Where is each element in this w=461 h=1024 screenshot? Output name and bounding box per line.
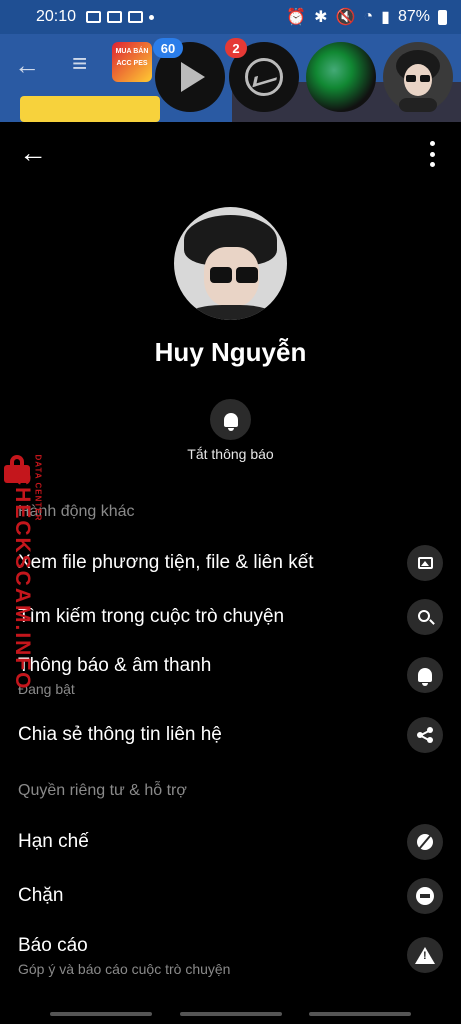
nav-handle [180,1012,282,1016]
chat-head-messenger[interactable]: 2 [225,38,299,112]
dot [429,151,435,157]
restrict-icon [407,824,443,860]
nav-handle [309,1012,411,1016]
more-options-button[interactable] [427,141,437,167]
bell-icon [407,657,443,693]
game-label: MUA BÁN ACC PES [115,48,149,67]
search-icon [407,599,443,635]
view-media-item[interactable]: Xem file phương tiện, file & liên kết [0,538,461,588]
back-button[interactable]: ← [18,137,48,168]
background-banner [20,96,160,122]
dot [429,141,435,146]
mute-icon: 🔇 [335,9,356,26]
watermark-tagline: DATA CENTER [33,454,43,522]
report-label: Báo cáo [18,935,88,956]
share-contact-item[interactable]: Chia sẻ thông tin liên hệ [0,710,461,760]
restrict-label: Hạn chế [18,831,89,852]
more-dot-icon [149,14,155,20]
share-contact-label: Chia sẻ thông tin liên hệ [18,724,222,745]
block-label: Chặn [18,885,64,906]
chat-head-avatar[interactable] [383,42,453,112]
report-item[interactable]: Báo cáo Góp ý và báo cáo cuộc trò chuyện [0,930,461,980]
mute-notifications-button[interactable] [210,399,251,440]
profile-avatar[interactable] [174,207,287,320]
screen-icon [86,11,102,23]
notification-icons [86,11,155,23]
youtube-icon [128,11,144,23]
report-description: Góp ý và báo cáo cuộc trò chuyện [18,961,231,977]
bell-icon [223,412,238,431]
game-thumbnail: MUA BÁN ACC PES [112,42,152,82]
status-bar: 20:10 ⏰ ✱ 🔇 ◔ ▮ 87% [0,0,461,34]
block-icon [407,878,443,914]
background-back-icon: ← [14,50,40,80]
search-conversation-item[interactable]: Tìm kiếm trong cuộc trò chuyện [0,592,461,642]
bluetooth-icon: ✱ [314,9,328,26]
alarm-icon: ⏰ [286,9,307,26]
unread-badge: 2 [225,38,247,58]
warning-icon [407,937,443,973]
image-icon [407,545,443,581]
search-conversation-label: Tìm kiếm trong cuộc trò chuyện [18,606,285,627]
battery-icon [438,9,447,25]
video-icon [107,11,123,23]
notifications-sounds-item[interactable]: Thông báo & âm thanh Đang bật [0,650,461,700]
dot [429,162,435,167]
nav-handle [50,1012,152,1016]
messenger-icon [245,58,283,96]
chat-head-video[interactable]: 60 [153,38,225,112]
battery-percent: 87% [397,8,430,25]
restrict-item[interactable]: Hạn chế [0,817,461,867]
arrow-left-icon: ← [19,137,47,168]
background-menu-icon: ≡ [72,48,88,78]
section-heading-privacy: Quyền riêng tư & hỗ trợ [18,782,187,799]
mute-notifications-label: Tắt thông báo [187,446,274,462]
wifi-icon: ◔ [363,8,374,25]
share-icon [407,717,443,753]
status-time: 20:10 [36,8,77,25]
notifications-sounds-label: Thông báo & âm thanh [18,655,212,676]
profile-name: Huy Nguyễn [154,337,307,367]
view-media-label: Xem file phương tiện, file & liên kết [18,552,314,573]
avatar-image [396,50,440,112]
unread-badge: 60 [153,38,183,58]
signal-icon: ▮ [381,9,390,26]
chat-head-contact[interactable] [306,42,376,112]
watermark-brand: CHECKSCAM.INFO [11,470,34,691]
play-icon [181,62,205,92]
gesture-nav-bar [0,1012,461,1018]
block-item[interactable]: Chặn [0,871,461,921]
system-icons: ⏰ ✱ 🔇 ◔ ▮ 87% [286,7,447,27]
